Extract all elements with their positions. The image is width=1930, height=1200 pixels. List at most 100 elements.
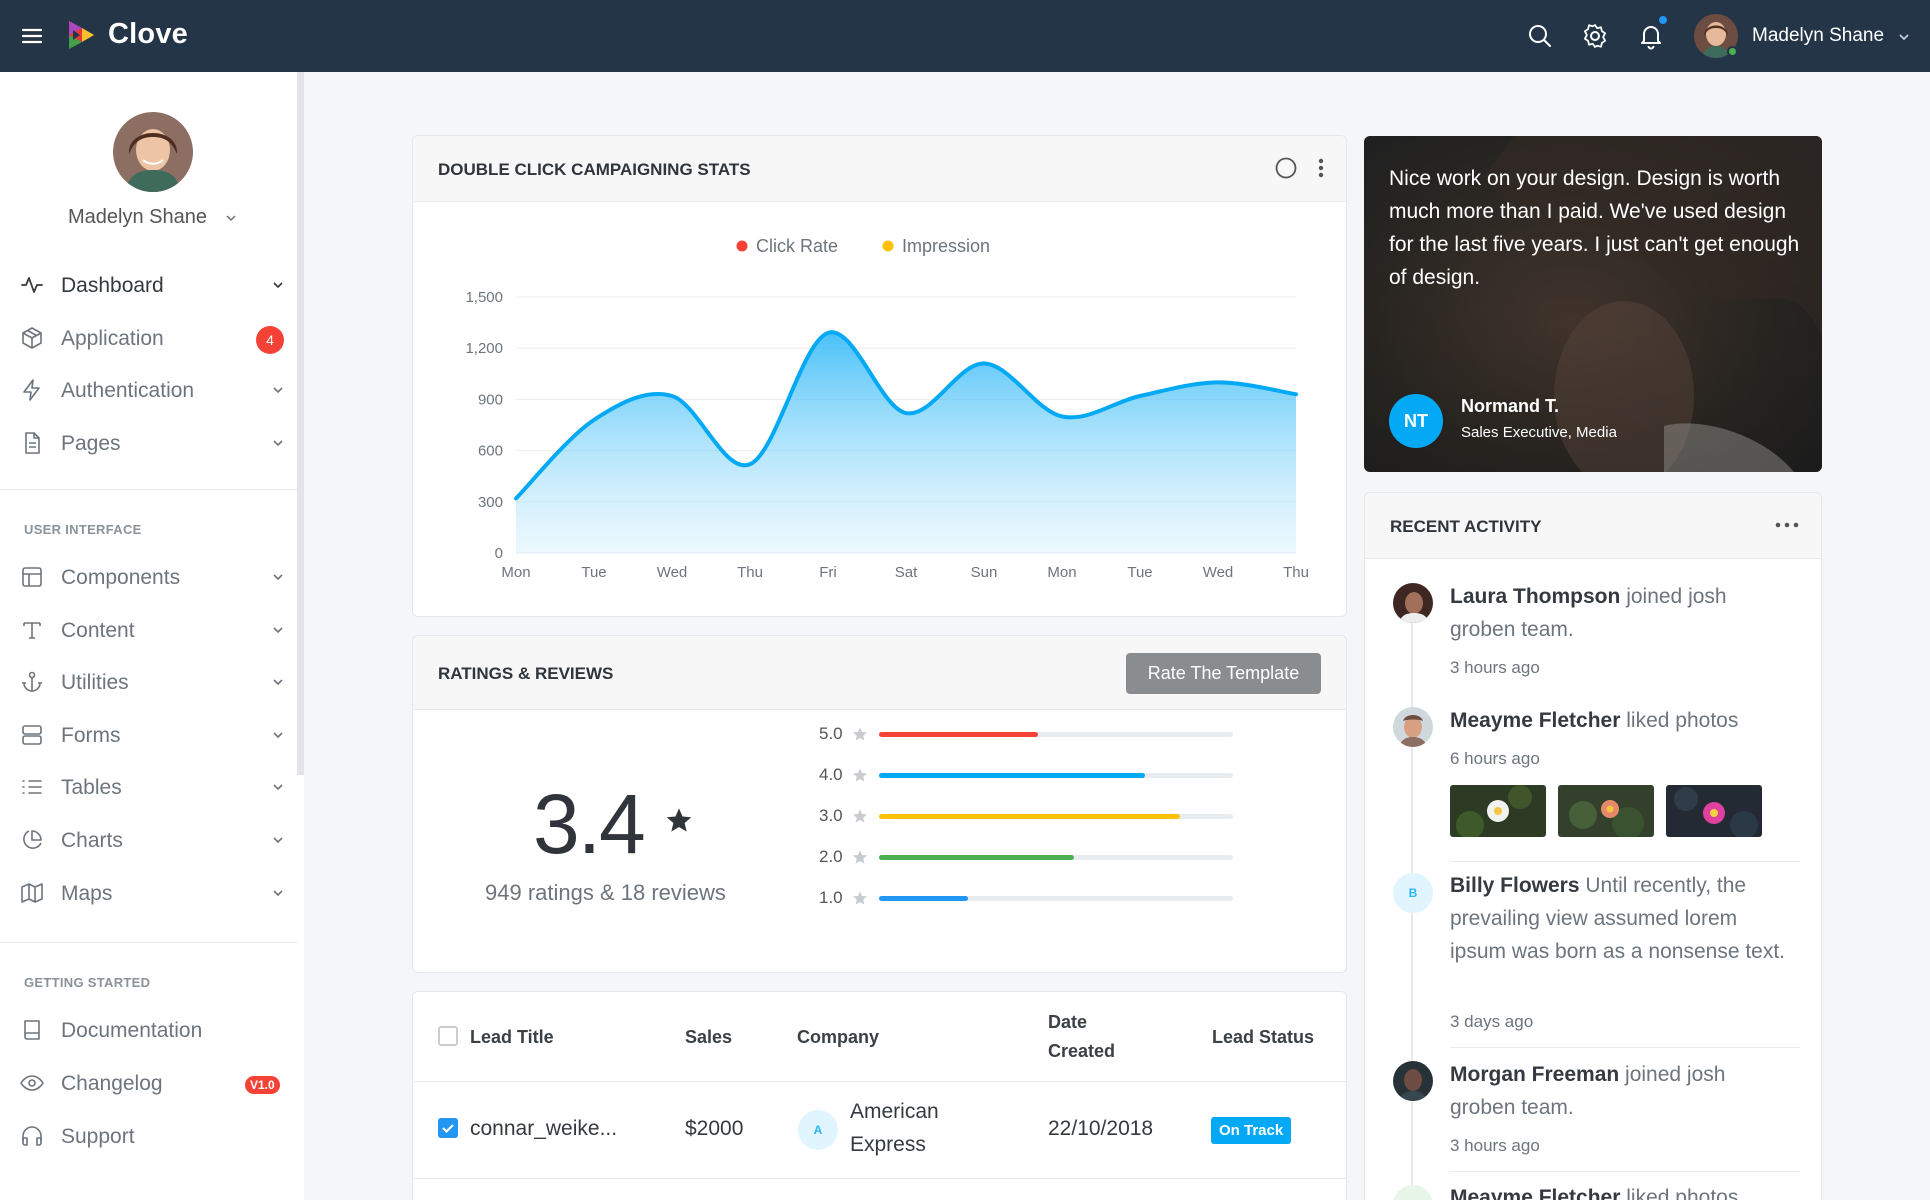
photo-thumbnail[interactable] (1666, 785, 1762, 837)
legend-marker (736, 240, 748, 252)
gear-icon[interactable] (1581, 22, 1609, 50)
sidebar-item-utilities[interactable]: Utilities (0, 660, 297, 704)
rating-bar-track (879, 732, 1233, 737)
activity-user-name[interactable]: Laura Thompson (1450, 585, 1620, 608)
select-all-checkbox[interactable] (438, 1026, 458, 1046)
divider (1450, 1047, 1800, 1048)
divider (1450, 1171, 1800, 1172)
more-vertical-icon[interactable] (1316, 156, 1326, 180)
sidebar-item-application[interactable]: Application 4 (0, 316, 297, 360)
sidebar-user-name[interactable]: Madelyn Shane (68, 206, 207, 229)
rate-template-button[interactable]: Rate The Template (1126, 653, 1321, 694)
column-header-sales[interactable]: Sales (685, 1027, 732, 1048)
sidebar-item-forms[interactable]: Forms (0, 713, 297, 757)
rating-row: 1.0 (819, 886, 1239, 910)
card-title: RATINGS & REVIEWS (438, 664, 614, 683)
author-role: Sales Executive, Media (1461, 424, 1617, 441)
sidebar-item-label: Pages (61, 432, 121, 455)
y-tick-label: 900 (478, 391, 503, 408)
sidebar-item-charts[interactable]: Charts (0, 818, 297, 862)
sidebar-avatar[interactable] (113, 112, 193, 192)
chevron-down-icon (273, 679, 283, 686)
activity-user-name[interactable]: Meayme Fletcher (1450, 709, 1620, 732)
search-icon[interactable] (1526, 22, 1554, 50)
activity-text: Billy Flowers Until recently, the prevai… (1450, 869, 1795, 968)
sidebar: Madelyn Shane Dashboard Application 4 Au… (0, 72, 304, 1200)
sidebar-item-label: Documentation (61, 1019, 203, 1042)
star-icon (853, 727, 867, 741)
photo-thumbnail[interactable] (1558, 785, 1654, 837)
chevron-down-icon (273, 784, 283, 791)
sidebar-item-components[interactable]: Components (0, 555, 297, 599)
x-tick-label: Thu (1283, 564, 1309, 581)
sidebar-item-label: Dashboard (61, 274, 164, 297)
avatar[interactable]: B (1393, 873, 1433, 913)
avatar[interactable] (1393, 1061, 1433, 1101)
sidebar-item-authentication[interactable]: Authentication (0, 368, 297, 412)
list-icon (22, 780, 42, 794)
chevron-down-icon (273, 387, 283, 394)
top-bar: Clove Madelyn Shane (0, 0, 1930, 72)
sidebar-item-support[interactable]: Support (0, 1114, 297, 1158)
chevron-down-icon[interactable] (1897, 30, 1911, 44)
leads-table: Lead Title Sales Company Date Created Le… (412, 991, 1347, 1200)
sidebar-item-content[interactable]: Content (0, 608, 297, 652)
refresh-icon[interactable] (1274, 156, 1298, 180)
notification-dot (1659, 16, 1667, 24)
star-icon (853, 809, 867, 823)
menu-icon[interactable] (20, 24, 44, 48)
bell-icon[interactable] (1637, 22, 1665, 50)
sidebar-item-tables[interactable]: Tables (0, 765, 297, 809)
company-avatar: A (798, 1110, 838, 1150)
app-name[interactable]: Clove (108, 18, 188, 51)
clove-logo-icon[interactable] (64, 18, 98, 52)
rating-row: 2.0 (819, 845, 1239, 869)
sidebar-item-label: Utilities (61, 671, 129, 694)
ratings-card: RATINGS & REVIEWS Rate The Template 3.4 … (412, 635, 1347, 973)
sidebar-item-label: Charts (61, 829, 123, 852)
avatar[interactable] (1393, 1185, 1433, 1200)
row-checkbox[interactable] (438, 1118, 458, 1138)
star-icon (853, 768, 867, 782)
sidebar-item-label: Support (61, 1125, 135, 1148)
activity-user-name[interactable]: Meayme Fletcher (1450, 1186, 1620, 1200)
column-header-date-2[interactable]: Created (1048, 1041, 1115, 1062)
rating-row: 4.0 (819, 763, 1239, 787)
x-tick-label: Thu (737, 564, 763, 581)
company-name: American (850, 1100, 939, 1123)
anchor-icon (22, 671, 42, 692)
column-header-company[interactable]: Company (797, 1027, 879, 1048)
star-icon (853, 891, 867, 905)
chevron-down-icon[interactable] (225, 212, 237, 224)
activity-user-name[interactable]: Billy Flowers (1450, 874, 1580, 897)
divider (413, 1081, 1346, 1082)
column-header-status[interactable]: Lead Status (1212, 1027, 1314, 1048)
lead-title[interactable]: connar_weike... (470, 1117, 617, 1141)
sidebar-item-changelog[interactable]: Changelog V1.0 (0, 1061, 297, 1105)
chevron-down-icon (273, 627, 283, 634)
rating-bar-fill (879, 773, 1145, 778)
x-tick-label: Tue (1127, 564, 1152, 581)
rating-bar-track (879, 773, 1233, 778)
sidebar-item-pages[interactable]: Pages (0, 421, 297, 465)
activity-text: Morgan Freeman joined josh groben team. (1450, 1058, 1795, 1124)
sidebar-item-maps[interactable]: Maps (0, 871, 297, 915)
photo-thumbnail[interactable] (1450, 785, 1546, 837)
book-icon (24, 1020, 40, 1040)
sidebar-scrollbar[interactable] (297, 72, 304, 775)
column-header-date[interactable]: Date (1048, 1012, 1087, 1033)
column-header-lead[interactable]: Lead Title (470, 1027, 554, 1048)
online-indicator (1727, 46, 1738, 57)
topbar-user-name[interactable]: Madelyn Shane (1752, 25, 1884, 47)
sidebar-item-dashboard[interactable]: Dashboard (0, 263, 297, 307)
card-header: RECENT ACTIVITY (1365, 493, 1821, 559)
avatar[interactable] (1393, 583, 1433, 623)
area-chart: 0 300 600 900 1,200 1,500 Mon Tue Wed Thu Fri Sat Su… (465, 236, 1309, 581)
sidebar-item-documentation[interactable]: Documentation (0, 1008, 297, 1052)
activity-message: liked photos (1626, 1186, 1739, 1200)
more-horizontal-icon[interactable] (1774, 521, 1800, 529)
avatar[interactable] (1393, 707, 1433, 747)
headphones-icon (22, 1126, 42, 1146)
activity-user-name[interactable]: Morgan Freeman (1450, 1063, 1619, 1086)
legend-label: Impression (902, 236, 990, 256)
